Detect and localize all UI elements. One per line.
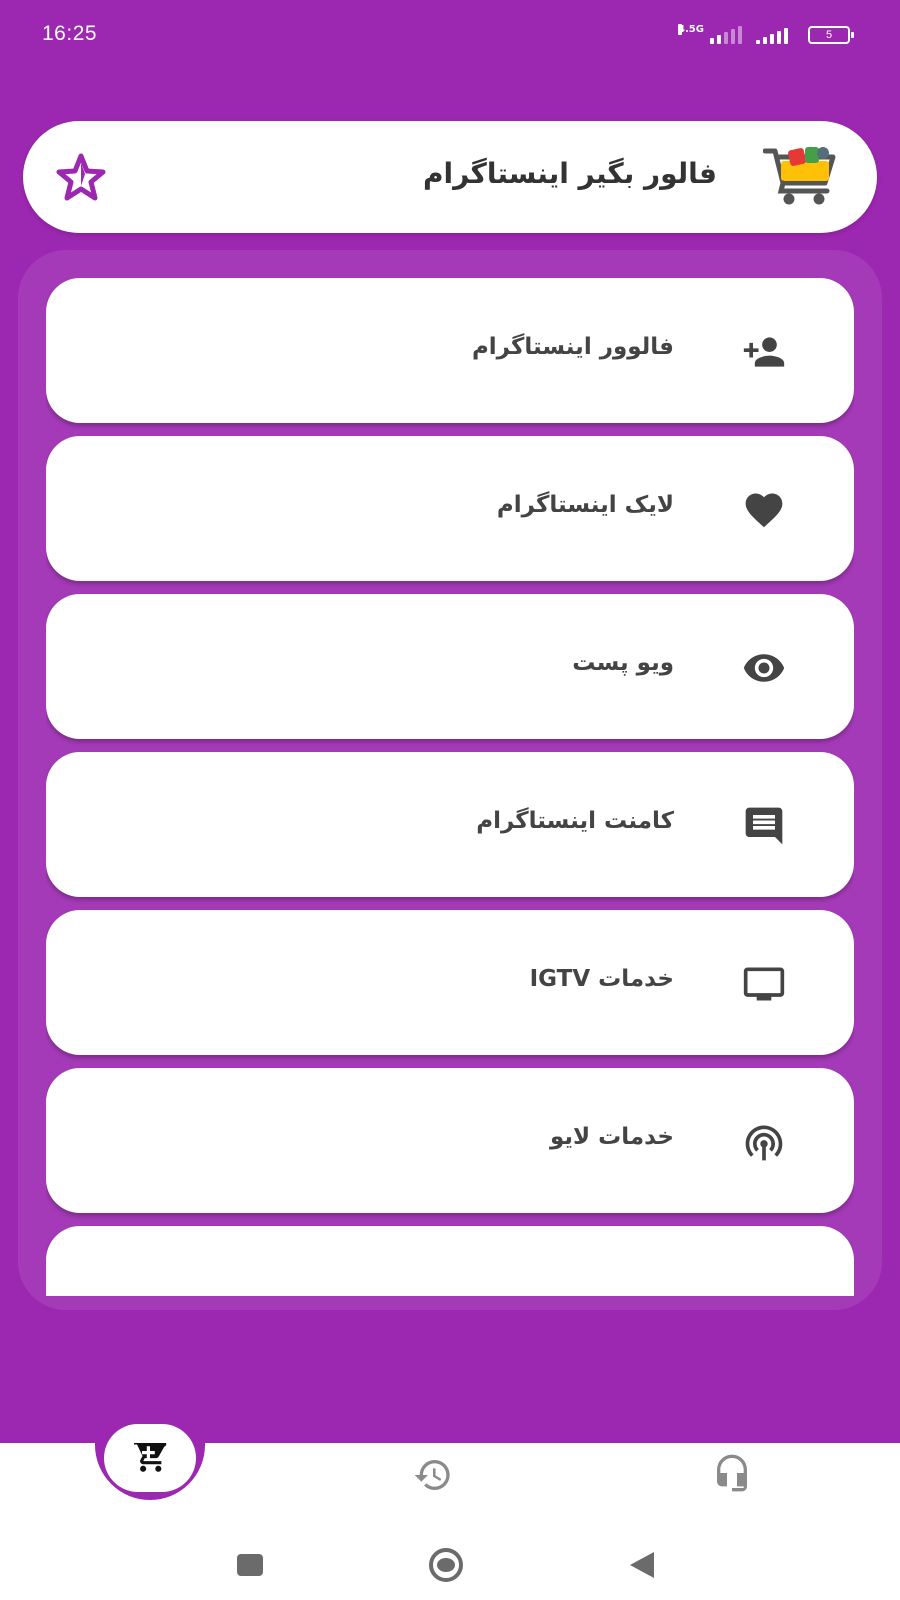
service-item-post-views[interactable]: ویو پست [46, 594, 854, 739]
app-title: فالور بگیر اینستاگرام [423, 157, 717, 190]
service-item-partial[interactable] [46, 1226, 854, 1296]
cart-icon[interactable] [130, 1438, 170, 1475]
history-icon[interactable] [412, 1455, 454, 1495]
status-bar: 16:25 4.5G 5 [0, 0, 900, 72]
service-item-igtv[interactable]: خدمات IGTV [46, 910, 854, 1055]
recent-apps-icon[interactable] [237, 1554, 263, 1576]
service-item-comments[interactable]: کامنت اینستاگرام [46, 752, 854, 897]
eye-icon [742, 646, 786, 690]
network-type-label: 4.5G [678, 24, 704, 35]
service-item-live[interactable]: خدمات لایو [46, 1068, 854, 1213]
service-item-likes[interactable]: لایک اینستاگرام [46, 436, 854, 581]
battery-icon: 5 [808, 26, 854, 44]
headset-icon[interactable] [712, 1453, 752, 1493]
mobile-signal-icon: 4.5G [678, 24, 742, 44]
battery-level: 5 [825, 29, 833, 41]
back-icon[interactable] [628, 1550, 656, 1580]
status-indicators: 4.5G 5 [678, 24, 854, 44]
service-label: خدمات IGTV [529, 966, 674, 992]
service-label: فالوور اینستاگرام [471, 334, 674, 360]
add-person-icon [742, 330, 786, 374]
comment-icon [742, 804, 786, 848]
live-icon [742, 1120, 786, 1164]
signal-strength-icon [756, 26, 788, 44]
home-icon[interactable] [428, 1547, 464, 1583]
service-label: ویو پست [572, 650, 674, 676]
shopping-cart-logo-icon [762, 143, 837, 207]
service-item-followers[interactable]: فالوور اینستاگرام [46, 278, 854, 423]
service-label: خدمات لایو [549, 1124, 674, 1150]
status-time: 16:25 [42, 22, 98, 45]
star-icon[interactable] [55, 153, 107, 201]
tv-icon [742, 962, 786, 1006]
service-label: کامنت اینستاگرام [476, 808, 674, 834]
services-list[interactable]: فالوور اینستاگرام لایک اینستاگرام ویو پس… [46, 278, 854, 1296]
system-navigation-bar [0, 1520, 900, 1600]
heart-icon [742, 488, 786, 532]
app-header: فالور بگیر اینستاگرام [23, 121, 877, 233]
service-label: لایک اینستاگرام [496, 492, 674, 518]
